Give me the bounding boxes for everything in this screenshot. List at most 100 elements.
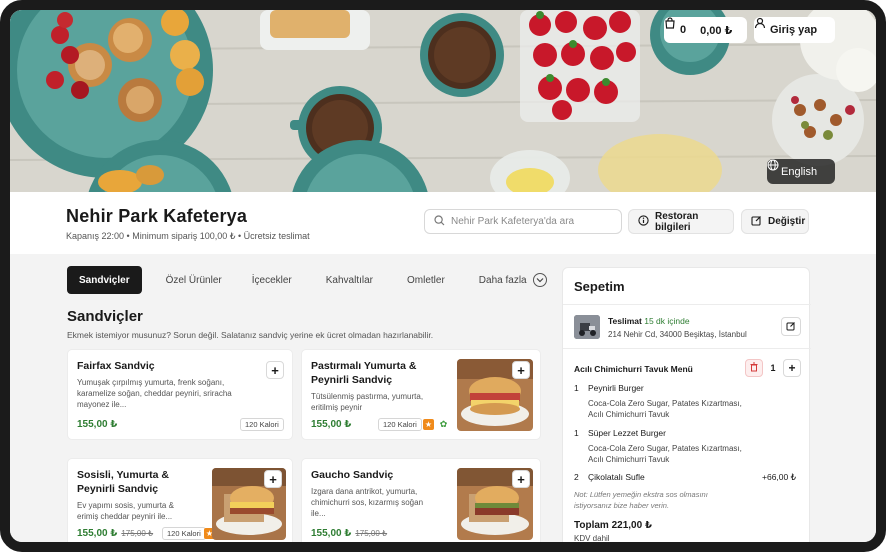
calories-badge: 120 Kalori: [162, 527, 206, 540]
item-options-line: Coca-Cola Zero Sugar, Patates Kızartması…: [588, 444, 742, 453]
delivery-label: Teslimat: [608, 316, 642, 326]
product-description-line: Tütsülenmiş pastırma, yumurta,: [311, 392, 424, 401]
star-icon: ★: [423, 419, 434, 430]
product-description-line: Izgara dana antrikot, yumurta,: [311, 487, 418, 496]
restaurant-info-button[interactable]: Restoran bilgileri: [628, 209, 734, 234]
language-button[interactable]: English: [767, 159, 835, 184]
add-to-cart-button[interactable]: +: [512, 361, 530, 379]
cart-button[interactable]: 0 0,00 ₺: [664, 17, 747, 43]
restaurant-meta: Kapanış 22:00 • Minimum sipariş 100,00 ₺…: [66, 231, 310, 241]
old-price: 175,00 ₺: [355, 529, 388, 538]
cart-note-line: Not: Lütfen yemeğin ekstra sos olmasını: [574, 490, 708, 499]
product-price: 155,00 ₺ 175,00 ₺: [311, 528, 387, 539]
edit-delivery-button[interactable]: [781, 317, 801, 336]
tab-omletler[interactable]: Omletler: [395, 266, 457, 294]
search-icon: [434, 214, 445, 229]
info-icon: [638, 214, 649, 229]
product-price: 155,00 ₺: [311, 419, 352, 430]
product-card-gaucho[interactable]: Gaucho Sandviç Izgara dana antrikot, yum…: [301, 458, 541, 542]
tab-kahvaltilar[interactable]: Kahvaltılar: [314, 266, 385, 294]
leaf-icon: ✿: [439, 419, 448, 429]
quantity-value: 1: [770, 363, 776, 373]
delivery-scooter-image: [574, 315, 600, 339]
product-card-sosisli[interactable]: Sosisli, Yumurta & Peynirli Sandviç Ev y…: [67, 458, 293, 542]
chevron-down-icon: [532, 273, 547, 287]
tab-sandvicler[interactable]: Sandviçler: [67, 266, 142, 294]
product-description-line: eritilmiş peynir: [311, 403, 363, 412]
item-options-line: Coca-Cola Zero Sugar, Patates Kızartması…: [588, 399, 742, 408]
category-tabs: Sandviçler Özel Ürünler İçecekler Kahval…: [67, 266, 565, 294]
item-options-line: Acılı Chimichurri Tavuk: [588, 455, 670, 464]
delivery-address: 214 Nehir Cd, 34000 Beşiktaş, İstanbul: [608, 330, 747, 339]
item-qty: 1: [574, 383, 579, 393]
product-price: 155,00 ₺: [77, 419, 118, 430]
product-title-line: Sosisli, Yumurta &: [77, 469, 170, 481]
divider: [563, 348, 811, 349]
item-price: +66,00 ₺: [762, 472, 797, 482]
product-title: Fairfax Sandviç: [77, 360, 155, 372]
add-to-cart-button[interactable]: +: [264, 470, 282, 488]
product-description-line: ile...: [311, 509, 326, 518]
delivery-info: Teslimat 15 dk içinde: [608, 316, 690, 326]
change-label: Değiştir: [768, 216, 806, 227]
product-title-line: Peynirli Sandviç: [311, 374, 393, 386]
item-name: Süper Lezzet Burger: [588, 428, 666, 438]
product-description-line: karamelize soğan, cheddar peyniri, srira…: [77, 389, 232, 398]
cart-count: 0: [680, 24, 687, 36]
cart-total: Toplam 221,00 ₺: [574, 520, 652, 531]
restaurant-info-label: Restoran bilgileri: [655, 210, 699, 233]
current-price: 155,00 ₺: [77, 528, 118, 539]
product-card-fairfax[interactable]: Fairfax Sandviç Yumuşak çırpılmış yumurt…: [67, 349, 293, 440]
menu-item-title: Acılı Chimichurri Tavuk Menü: [574, 364, 693, 374]
browser-frame: 0 0,00 ₺ Giriş yap English Nehir Park Ka…: [0, 0, 886, 552]
tab-more-label: Daha fazla: [478, 274, 527, 286]
login-button[interactable]: Giriş yap: [754, 17, 835, 43]
cart-title: Sepetim: [574, 279, 625, 294]
vat-note: KDV dahil: [574, 534, 610, 543]
item-qty: 2: [574, 472, 579, 482]
tab-icecekler[interactable]: İçecekler: [240, 266, 304, 294]
hero-banner: 0 0,00 ₺ Giriş yap English: [10, 10, 876, 192]
product-price: 155,00 ₺ 175,00 ₺: [77, 528, 153, 539]
divider: [563, 304, 811, 305]
change-button[interactable]: Değiştir: [741, 209, 809, 234]
cart-note-line: istiyorsanız bize haber verin.: [574, 501, 670, 510]
product-description-line: chimichurri sos, kızarmış soğan: [311, 498, 424, 507]
current-price: 155,00 ₺: [311, 528, 352, 539]
remove-item-button[interactable]: [745, 359, 763, 377]
item-qty: 1: [574, 428, 579, 438]
add-to-cart-button[interactable]: +: [266, 361, 284, 379]
calories-badge: 120 Kalori: [378, 418, 422, 431]
tab-more[interactable]: Daha fazla: [467, 266, 559, 294]
calories-badge: 120 Kalori: [240, 418, 284, 431]
product-description-line: erimiş cheddar peyniri ile...: [77, 512, 173, 521]
cart-total: 0,00 ₺: [700, 24, 733, 37]
increase-quantity-button[interactable]: +: [783, 359, 801, 377]
item-name: Peynirli Burger: [588, 383, 644, 393]
delivery-time: 15 dk içinde: [644, 316, 690, 326]
trash-icon: [749, 359, 759, 377]
product-title: Gaucho Sandviç: [311, 469, 394, 481]
product-title-line: Peynirli Sandviç: [77, 483, 159, 495]
quantity-stepper: 1 +: [745, 359, 801, 377]
product-description-line: Ev yapımı sosis, yumurta &: [77, 501, 174, 510]
edit-icon: [786, 318, 796, 336]
product-description-line: mayonez ile...: [77, 400, 127, 409]
cart-panel: Sepetim Teslimat 15 dk içinde 214 Nehir …: [562, 267, 811, 543]
item-options-line: Acılı Chimichurri Tavuk: [588, 410, 670, 419]
old-price: 175,00 ₺: [121, 529, 154, 538]
product-description-line: Yumuşak çırpılmış yumurta, frenk soğanı,: [77, 378, 225, 387]
section-description: Ekmek istemiyor musunuz? Sorun değil. Sa…: [67, 330, 434, 340]
section-title: Sandviçler: [67, 308, 143, 325]
menu-search-input[interactable]: Nehir Park Kafeterya'da ara: [424, 209, 622, 234]
item-name: Çikolatalı Sufle: [588, 472, 645, 482]
add-to-cart-button[interactable]: +: [512, 470, 530, 488]
language-label: English: [781, 165, 818, 178]
product-title-line: Pastırmalı Yumurta &: [311, 360, 417, 372]
tab-ozel-urunler[interactable]: Özel Ürünler: [154, 266, 234, 294]
search-placeholder: Nehir Park Kafeterya'da ara: [451, 216, 575, 227]
product-card-pastirmali[interactable]: Pastırmalı Yumurta & Peynirli Sandviç Tü…: [301, 349, 541, 440]
restaurant-name: Nehir Park Kafeterya: [66, 206, 248, 226]
login-label: Giriş yap: [770, 24, 818, 36]
edit-icon: [751, 215, 762, 229]
